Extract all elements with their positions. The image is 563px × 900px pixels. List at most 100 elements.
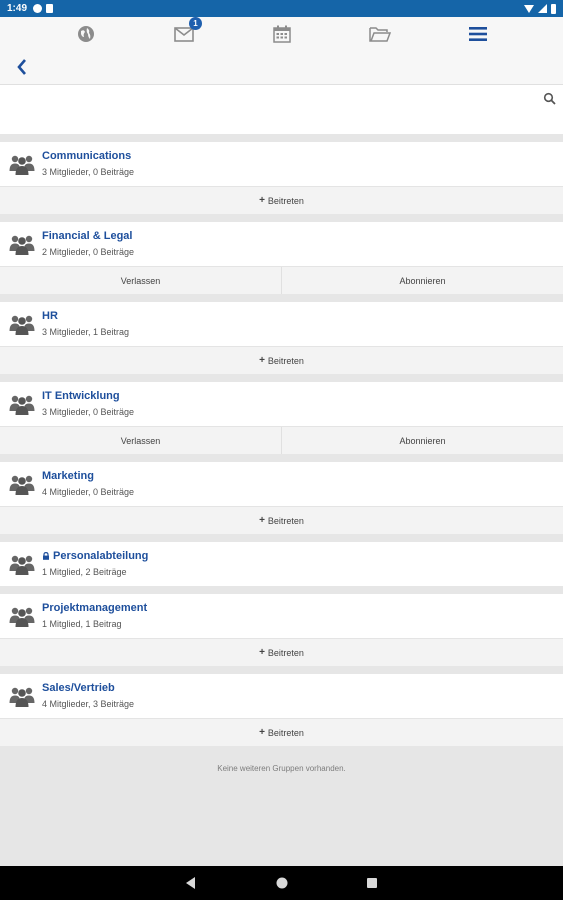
group-name-text: Communications (42, 150, 132, 162)
group-name-text: Marketing (42, 470, 94, 482)
beitreten-button[interactable]: + Beitreten (0, 719, 563, 746)
search-bar (0, 85, 563, 134)
group-icon (9, 555, 35, 575)
group-header[interactable]: IT Entwicklung 3 Mitglieder, 0 Beiträge (0, 382, 563, 426)
group-header[interactable]: Sales/Vertrieb 4 Mitglieder, 3 Beiträge (0, 674, 563, 718)
group-meta: 4 Mitglieder, 0 Beiträge (42, 487, 135, 497)
group-header[interactable]: Personalabteilung 1 Mitglied, 2 Beiträge (0, 542, 563, 586)
action-label: Beitreten (267, 727, 304, 738)
no-more-groups-text: Keine weiteren Gruppen vorhanden. (217, 764, 346, 773)
message-badge: 1 (189, 17, 202, 30)
beitreten-button[interactable]: + Beitreten (0, 347, 563, 374)
group-actions: + Beitreten (0, 638, 563, 666)
back-row (0, 51, 563, 85)
group-name[interactable]: Projektmanagement (42, 602, 147, 614)
beitreten-button[interactable]: + Beitreten (0, 187, 563, 214)
system-navigation-bar (0, 866, 563, 900)
group-meta: 1 Mitglied, 2 Beiträge (42, 567, 127, 577)
group-actions: + Beitreten (0, 346, 563, 374)
status-time: 1:49 (7, 3, 28, 14)
nav-menu[interactable] (466, 22, 490, 46)
search-input[interactable] (8, 91, 533, 119)
plus-icon: + (259, 647, 265, 658)
group-meta: 3 Mitglieder, 1 Beitrag (42, 327, 130, 337)
group-name-text: Sales/Vertrieb (42, 682, 115, 694)
nav-globe[interactable] (74, 22, 98, 46)
group-meta: 2 Mitglieder, 0 Beiträge (42, 247, 135, 257)
beitreten-button[interactable]: + Beitreten (0, 507, 563, 534)
group-card: IT Entwicklung 3 Mitglieder, 0 Beiträge Ve… (0, 382, 563, 454)
group-card: HR 3 Mitglieder, 1 Beitrag + Beitreten (0, 302, 563, 374)
globe-icon (78, 26, 94, 42)
verlassen-button[interactable]: Verlassen (0, 427, 281, 454)
group-actions: + Beitreten (0, 506, 563, 534)
group-icon (9, 607, 35, 627)
action-label: Beitreten (267, 195, 304, 206)
group-icon (9, 235, 35, 255)
action-label: Abonnieren (399, 435, 446, 446)
wifi-icon (524, 4, 534, 13)
group-name[interactable]: HR (42, 310, 58, 322)
plus-icon: + (259, 355, 265, 366)
group-actions: + Beitreten (0, 718, 563, 746)
folder-icon (369, 27, 391, 42)
back-button[interactable] (12, 56, 32, 78)
group-actions: Verlassen Abonnieren (0, 266, 563, 294)
top-navigation: 1 (0, 17, 563, 51)
group-name[interactable]: Marketing (42, 470, 94, 482)
status-bar: 1:49 (0, 0, 563, 17)
group-card: Marketing 4 Mitglieder, 0 Beiträge + Beitre… (0, 462, 563, 534)
beitreten-button[interactable]: + Beitreten (0, 639, 563, 666)
group-card: Financial & Legal 2 Mitglieder, 0 Beiträg… (0, 222, 563, 294)
lock-icon (43, 552, 49, 560)
group-meta: 1 Mitglied, 1 Beitrag (42, 619, 122, 629)
group-meta: 4 Mitglieder, 3 Beiträge (42, 699, 135, 709)
group-name-text: IT Entwicklung (42, 390, 120, 402)
group-name[interactable]: IT Entwicklung (42, 390, 120, 402)
action-label: Verlassen (120, 435, 161, 446)
group-name-text: HR (42, 310, 58, 322)
action-label: Beitreten (267, 355, 304, 366)
back-triangle-icon[interactable] (184, 876, 198, 890)
group-header[interactable]: Projektmanagement 1 Mitglied, 1 Beitrag (0, 594, 563, 638)
menu-icon (469, 27, 487, 41)
notification-icon (33, 4, 43, 13)
group-icon (9, 395, 35, 415)
nav-calendar[interactable] (270, 22, 294, 46)
group-name[interactable]: Personalabteilung (42, 550, 148, 562)
recents-square-icon[interactable] (365, 876, 379, 890)
sim-icon (46, 4, 54, 13)
abonnieren-button[interactable]: Abonnieren (281, 427, 563, 454)
group-meta: 3 Mitglieder, 0 Beiträge (42, 407, 135, 417)
group-header[interactable]: Financial & Legal 2 Mitglieder, 0 Beiträg… (0, 222, 563, 266)
calendar-icon (273, 25, 291, 43)
chevron-left-icon (17, 59, 26, 75)
group-name-text: Financial & Legal (42, 230, 133, 242)
group-header[interactable]: Communications 3 Mitglieder, 0 Beiträge (0, 142, 563, 186)
group-icon (9, 475, 35, 495)
abonnieren-button[interactable]: Abonnieren (281, 267, 563, 294)
plus-icon: + (259, 195, 265, 206)
group-name[interactable]: Sales/Vertrieb (42, 682, 115, 694)
group-header[interactable]: Marketing 4 Mitglieder, 0 Beiträge (0, 462, 563, 506)
nav-messages[interactable]: 1 (172, 17, 202, 46)
group-header[interactable]: HR 3 Mitglieder, 1 Beitrag (0, 302, 563, 346)
search-icon[interactable] (543, 92, 557, 106)
group-card: Personalabteilung 1 Mitglied, 2 Beiträge (0, 542, 563, 586)
battery-icon (551, 3, 556, 14)
group-icon (9, 687, 35, 707)
action-label: Beitreten (267, 647, 304, 658)
group-icon (9, 315, 35, 335)
group-icon (9, 155, 35, 175)
action-label: Beitreten (267, 515, 304, 526)
home-circle-icon[interactable] (275, 876, 289, 890)
plus-icon: + (259, 727, 265, 738)
group-name[interactable]: Financial & Legal (42, 230, 132, 242)
group-card: Projektmanagement 1 Mitglied, 1 Beitrag + B… (0, 594, 563, 666)
group-name-text: Projektmanagement (42, 602, 148, 614)
verlassen-button[interactable]: Verlassen (0, 267, 281, 294)
action-label: Abonnieren (399, 275, 446, 286)
plus-icon: + (259, 515, 265, 526)
nav-files[interactable] (368, 22, 392, 46)
group-name[interactable]: Communications (42, 150, 131, 162)
